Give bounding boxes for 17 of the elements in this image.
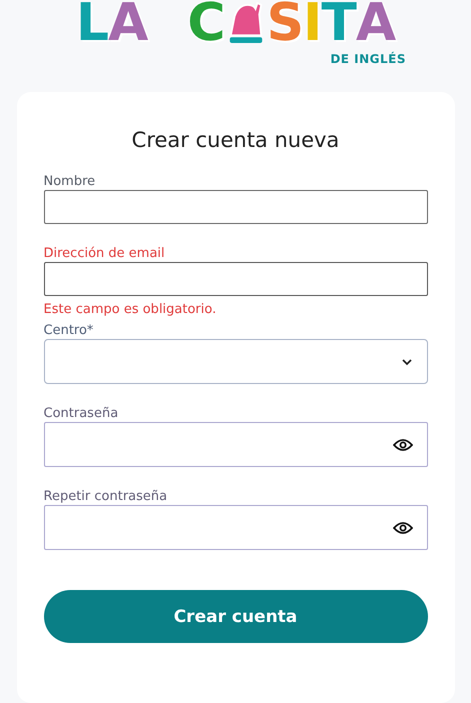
select-field[interactable] — [44, 339, 428, 384]
eye-icon[interactable] — [392, 520, 412, 534]
create-account-button[interactable]: Crear cuenta — [44, 590, 428, 643]
field-label: Centro* — [44, 323, 94, 339]
field-label: Repetir contraseña — [44, 489, 168, 505]
eye-icon[interactable] — [392, 438, 412, 452]
field-label: Dirección de email — [44, 246, 165, 262]
field-label: Contraseña — [44, 406, 118, 422]
error-message: Este campo es obligatorio. — [44, 302, 216, 317]
field-label: Nombre — [44, 174, 96, 190]
input-field[interactable] — [44, 262, 428, 296]
logo: LA C SITA DE INGLÉS — [76, 0, 407, 66]
chevron-down-icon — [400, 358, 412, 366]
input-field[interactable] — [44, 190, 428, 224]
password-field[interactable] — [44, 422, 428, 467]
password-field[interactable] — [44, 505, 428, 550]
form-title: Crear cuenta nueva — [130, 128, 340, 152]
